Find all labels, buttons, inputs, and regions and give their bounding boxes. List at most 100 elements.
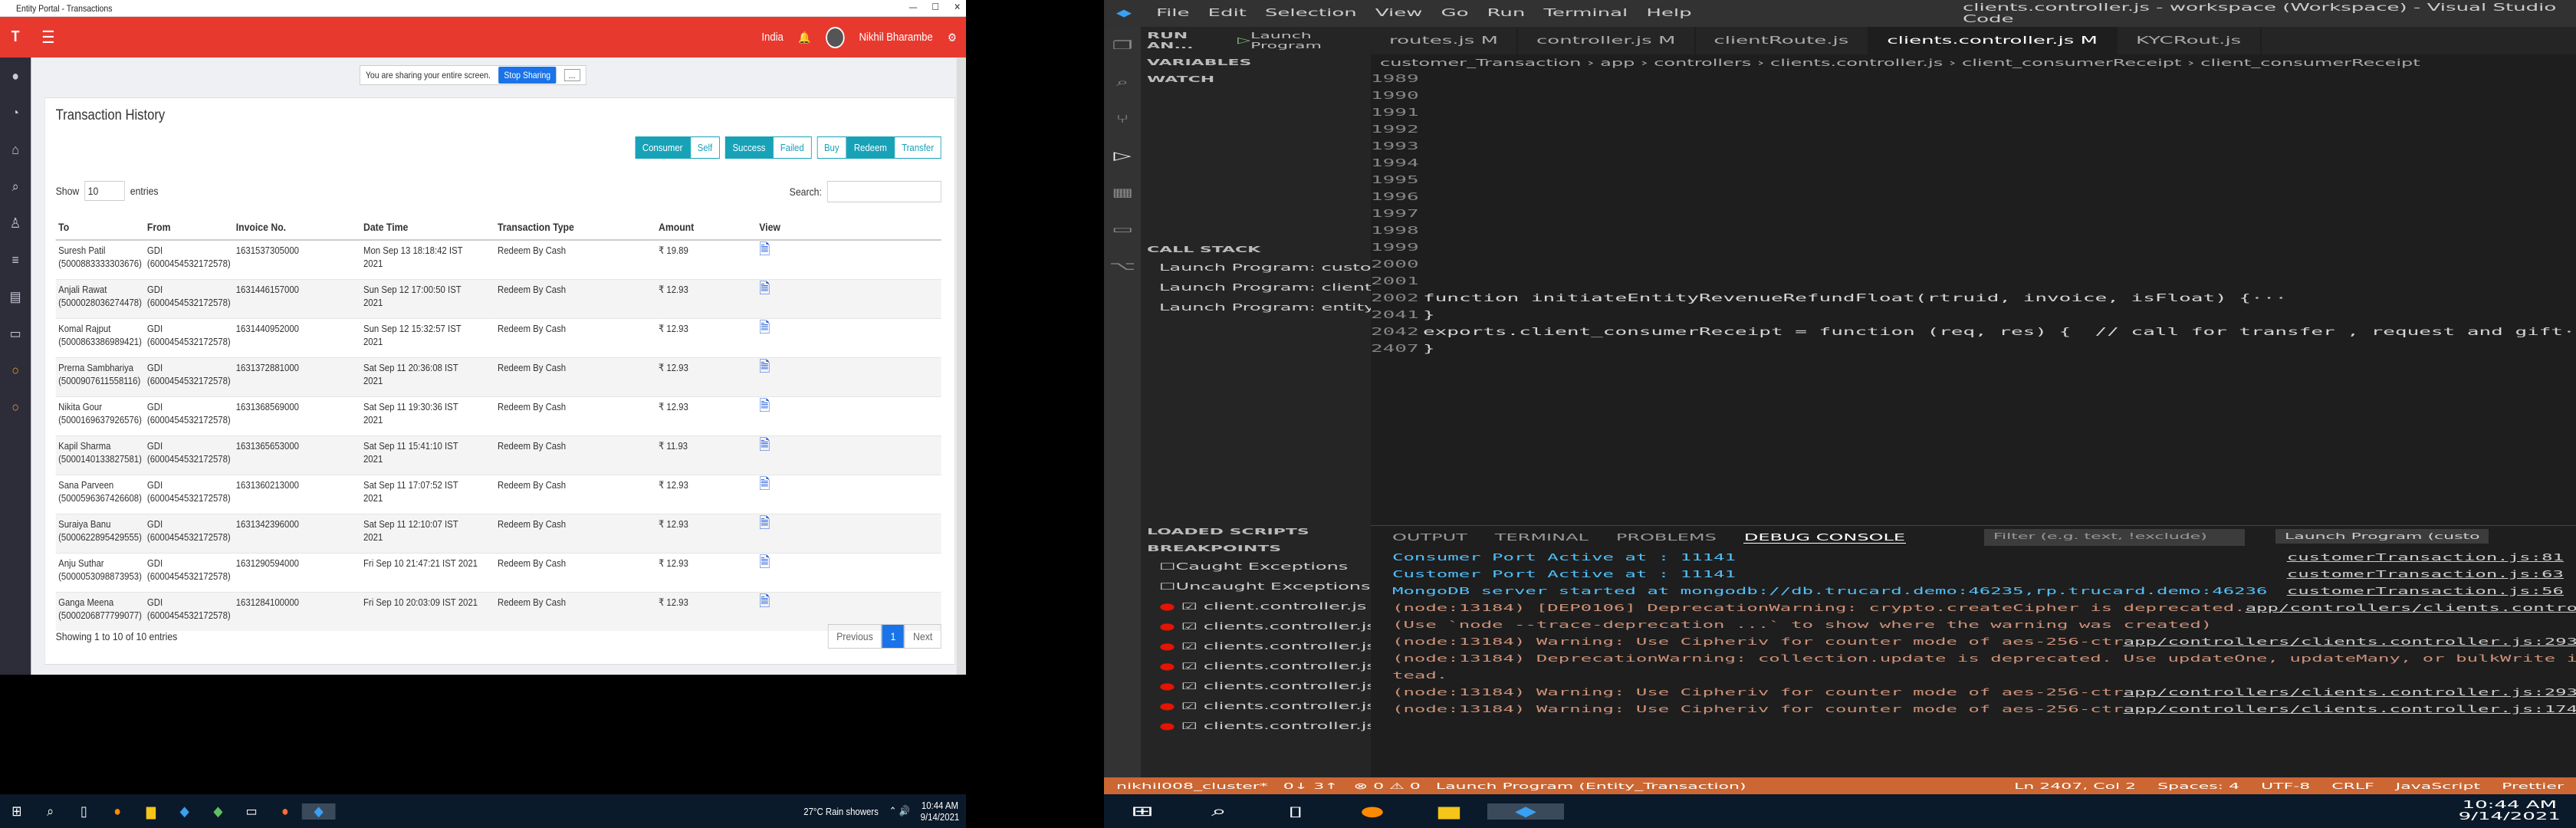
clock-time[interactable]: 10:44 AM bbox=[922, 800, 958, 811]
document-icon[interactable]: 🗎 bbox=[759, 242, 770, 258]
callstack-item[interactable]: Launch Program: entity...RUNNING bbox=[1141, 297, 1371, 317]
filter-failed[interactable]: Failed bbox=[773, 136, 812, 159]
console-link[interactable]: customerTransaction.js:63 bbox=[2287, 566, 2564, 583]
editor-tab[interactable]: KYCRout.js bbox=[2118, 27, 2262, 54]
search-input[interactable] bbox=[826, 181, 941, 202]
panel-tab[interactable]: PROBLEMS bbox=[1616, 532, 1717, 543]
panel-tab[interactable]: OUTPUT bbox=[1392, 532, 1467, 543]
vscode-icon[interactable]: ◆ bbox=[168, 803, 202, 820]
coin-icon-2[interactable]: ○ bbox=[0, 389, 31, 426]
breakpoint-item[interactable]: ● ☑ clients.controller.js custome...1457… bbox=[1141, 636, 1371, 656]
windows-icon[interactable]: ⊞ bbox=[1104, 803, 1181, 820]
spaces[interactable]: Spaces: 4 bbox=[2157, 781, 2239, 791]
user-name[interactable]: Nikhil Bharambe bbox=[859, 31, 932, 44]
col-from[interactable]: From bbox=[144, 215, 234, 241]
bell-icon[interactable]: 🔔 bbox=[798, 31, 810, 44]
filter-transfer[interactable]: Transfer bbox=[894, 136, 941, 159]
breakpoint-item[interactable]: ● ☑ clients.controller.js custom...1507:… bbox=[1141, 696, 1371, 716]
console-link[interactable]: app/controllers/clients.controller.js:29… bbox=[2246, 600, 2576, 616]
firefox-icon[interactable]: ● bbox=[100, 803, 134, 820]
menu-item[interactable]: Selection bbox=[1265, 8, 1357, 19]
filter-consumer[interactable]: Consumer bbox=[635, 136, 690, 159]
debug-icon[interactable]: ▷ bbox=[1104, 137, 1141, 174]
editor-tab[interactable]: routes.js M bbox=[1371, 27, 1518, 54]
app-icon[interactable]: ◆ bbox=[202, 803, 235, 820]
console-link[interactable]: customerTransaction.js:56 bbox=[2287, 583, 2564, 600]
col-type[interactable]: Transaction Type bbox=[495, 215, 656, 241]
taskview-icon[interactable]: ▯ bbox=[1257, 803, 1334, 820]
panel-tab[interactable]: TERMINAL bbox=[1495, 532, 1589, 543]
user-icon[interactable]: ♙ bbox=[0, 205, 31, 242]
breakpoints-section[interactable]: BREAKPOINTS bbox=[1141, 540, 1371, 557]
breakpoint-item[interactable]: ● ☑ clients.controller.js custom...2002:… bbox=[1141, 716, 1371, 736]
avatar-icon[interactable]: ● bbox=[0, 58, 31, 94]
breakpoint-item[interactable]: ● ☑ clients.controller.js custom...1493:… bbox=[1141, 676, 1371, 696]
search-icon[interactable]: ⌕ bbox=[34, 803, 67, 820]
card-icon[interactable]: ▭ bbox=[0, 315, 31, 352]
panel-tab[interactable]: DEBUG CONSOLE bbox=[1743, 532, 1906, 544]
remote-icon[interactable]: ▭ bbox=[1104, 211, 1141, 248]
console-link[interactable]: app/controllers/clients.controller.js:29… bbox=[2124, 684, 2576, 701]
filter-input[interactable]: Filter (e.g. text, !exclude) bbox=[1984, 529, 2245, 546]
filter-buy[interactable]: Buy bbox=[816, 136, 847, 159]
terminal-icon[interactable]: ▭ bbox=[235, 803, 268, 820]
console-link[interactable]: app/controllers/clients.controller.js:17… bbox=[2124, 701, 2576, 718]
document-icon[interactable]: 🗎 bbox=[759, 476, 770, 493]
cursor-pos[interactable]: Ln 2407, Col 2 bbox=[2014, 781, 2136, 791]
doc-icon[interactable]: ▤ bbox=[0, 278, 31, 315]
editor-tab[interactable]: controller.js M bbox=[1518, 27, 1696, 54]
sync[interactable]: 0↓ 3↑ bbox=[1283, 781, 1339, 791]
search-icon[interactable]: ⌕ bbox=[0, 168, 31, 205]
gear-icon[interactable]: ⚙ bbox=[948, 31, 957, 44]
share-more-button[interactable]: ... bbox=[564, 69, 580, 81]
menu-item[interactable]: Edit bbox=[1208, 8, 1247, 19]
callstack-section[interactable]: CALL STACK bbox=[1141, 241, 1371, 258]
encoding[interactable]: UTF-8 bbox=[2261, 781, 2310, 791]
language[interactable]: JavaScript bbox=[2396, 781, 2480, 791]
filter-success[interactable]: Success bbox=[724, 136, 774, 159]
callstack-item[interactable]: Launch Program: custo...RUNNING bbox=[1141, 258, 1371, 278]
vscode-icon[interactable]: ◆ bbox=[1487, 803, 1564, 820]
console-link[interactable]: app/controllers/clients.controller.js:29… bbox=[2124, 633, 2576, 650]
clock-date[interactable]: 9/14/2021 bbox=[2459, 811, 2561, 823]
extensions-icon[interactable]: ▦ bbox=[1104, 174, 1141, 211]
col-datetime[interactable]: Date Time bbox=[360, 215, 495, 241]
coin-icon[interactable]: ○ bbox=[0, 352, 31, 389]
taskview-icon[interactable]: ▯ bbox=[67, 803, 101, 820]
filter-self[interactable]: Self bbox=[689, 136, 720, 159]
menu-icon[interactable]: ☰ bbox=[41, 28, 54, 48]
stop-sharing-button[interactable]: Stop Sharing bbox=[498, 67, 557, 84]
document-icon[interactable]: 🗎 bbox=[759, 515, 770, 532]
bank-icon[interactable]: ⌂ bbox=[0, 131, 31, 168]
document-icon[interactable]: 🗎 bbox=[759, 281, 770, 297]
bp-uncaught[interactable]: ☐ Uncaught Exceptions bbox=[1141, 577, 1371, 596]
breakpoint-item[interactable]: ● ☑ clients.controller.js custom...1476:… bbox=[1141, 656, 1371, 676]
eol[interactable]: CRLF bbox=[2331, 781, 2374, 791]
errors[interactable]: ⊗ 0 ⚠ 0 bbox=[1354, 781, 1421, 791]
git-icon[interactable]: ⌥ bbox=[1104, 248, 1141, 284]
variables-section[interactable]: VARIABLES bbox=[1141, 54, 1371, 71]
flag-india-label[interactable]: India bbox=[761, 31, 783, 44]
weather-text[interactable]: 27°C Rain showers bbox=[803, 806, 878, 817]
col-view[interactable]: View bbox=[756, 215, 941, 241]
console-link[interactable]: customerTransaction.js:81 bbox=[2287, 549, 2564, 566]
document-icon[interactable]: 🗎 bbox=[759, 359, 770, 376]
breadcrumb[interactable]: customer_Transaction › app › controllers… bbox=[1371, 54, 2576, 71]
next-button[interactable]: Next bbox=[904, 624, 941, 649]
editor-tab[interactable]: clients.controller.js M bbox=[1868, 27, 2118, 54]
clock-time[interactable]: 10:44 AM bbox=[2463, 800, 2557, 811]
list-icon[interactable]: ≡ bbox=[0, 242, 31, 278]
callstack-item[interactable]: Launch Program: client_...RUNNING bbox=[1141, 278, 1371, 297]
menu-item[interactable]: View bbox=[1375, 8, 1423, 19]
bp-caught[interactable]: ☐ Caught Exceptions bbox=[1141, 557, 1371, 577]
dashboard-icon[interactable]: ◔ bbox=[0, 94, 31, 131]
code-area[interactable]: 1989 1990 1991 1992 1993 1994 1995 1996 1997 1998… bbox=[1371, 71, 2576, 358]
panel-launch-select[interactable]: Launch Program (custo bbox=[2275, 529, 2489, 544]
editor-tab[interactable]: clientRoute.js bbox=[1695, 27, 1869, 54]
filter-redeem[interactable]: Redeem bbox=[846, 136, 895, 159]
branch[interactable]: nikhil008_cluster* bbox=[1116, 781, 1268, 791]
breakpoint-item[interactable]: ● ☑ clients.controller.js custom...1420:… bbox=[1141, 616, 1371, 636]
page-button[interactable]: 1 bbox=[882, 624, 905, 649]
document-icon[interactable]: 🗎 bbox=[759, 554, 770, 571]
app2-icon[interactable]: ◆ bbox=[301, 803, 336, 820]
